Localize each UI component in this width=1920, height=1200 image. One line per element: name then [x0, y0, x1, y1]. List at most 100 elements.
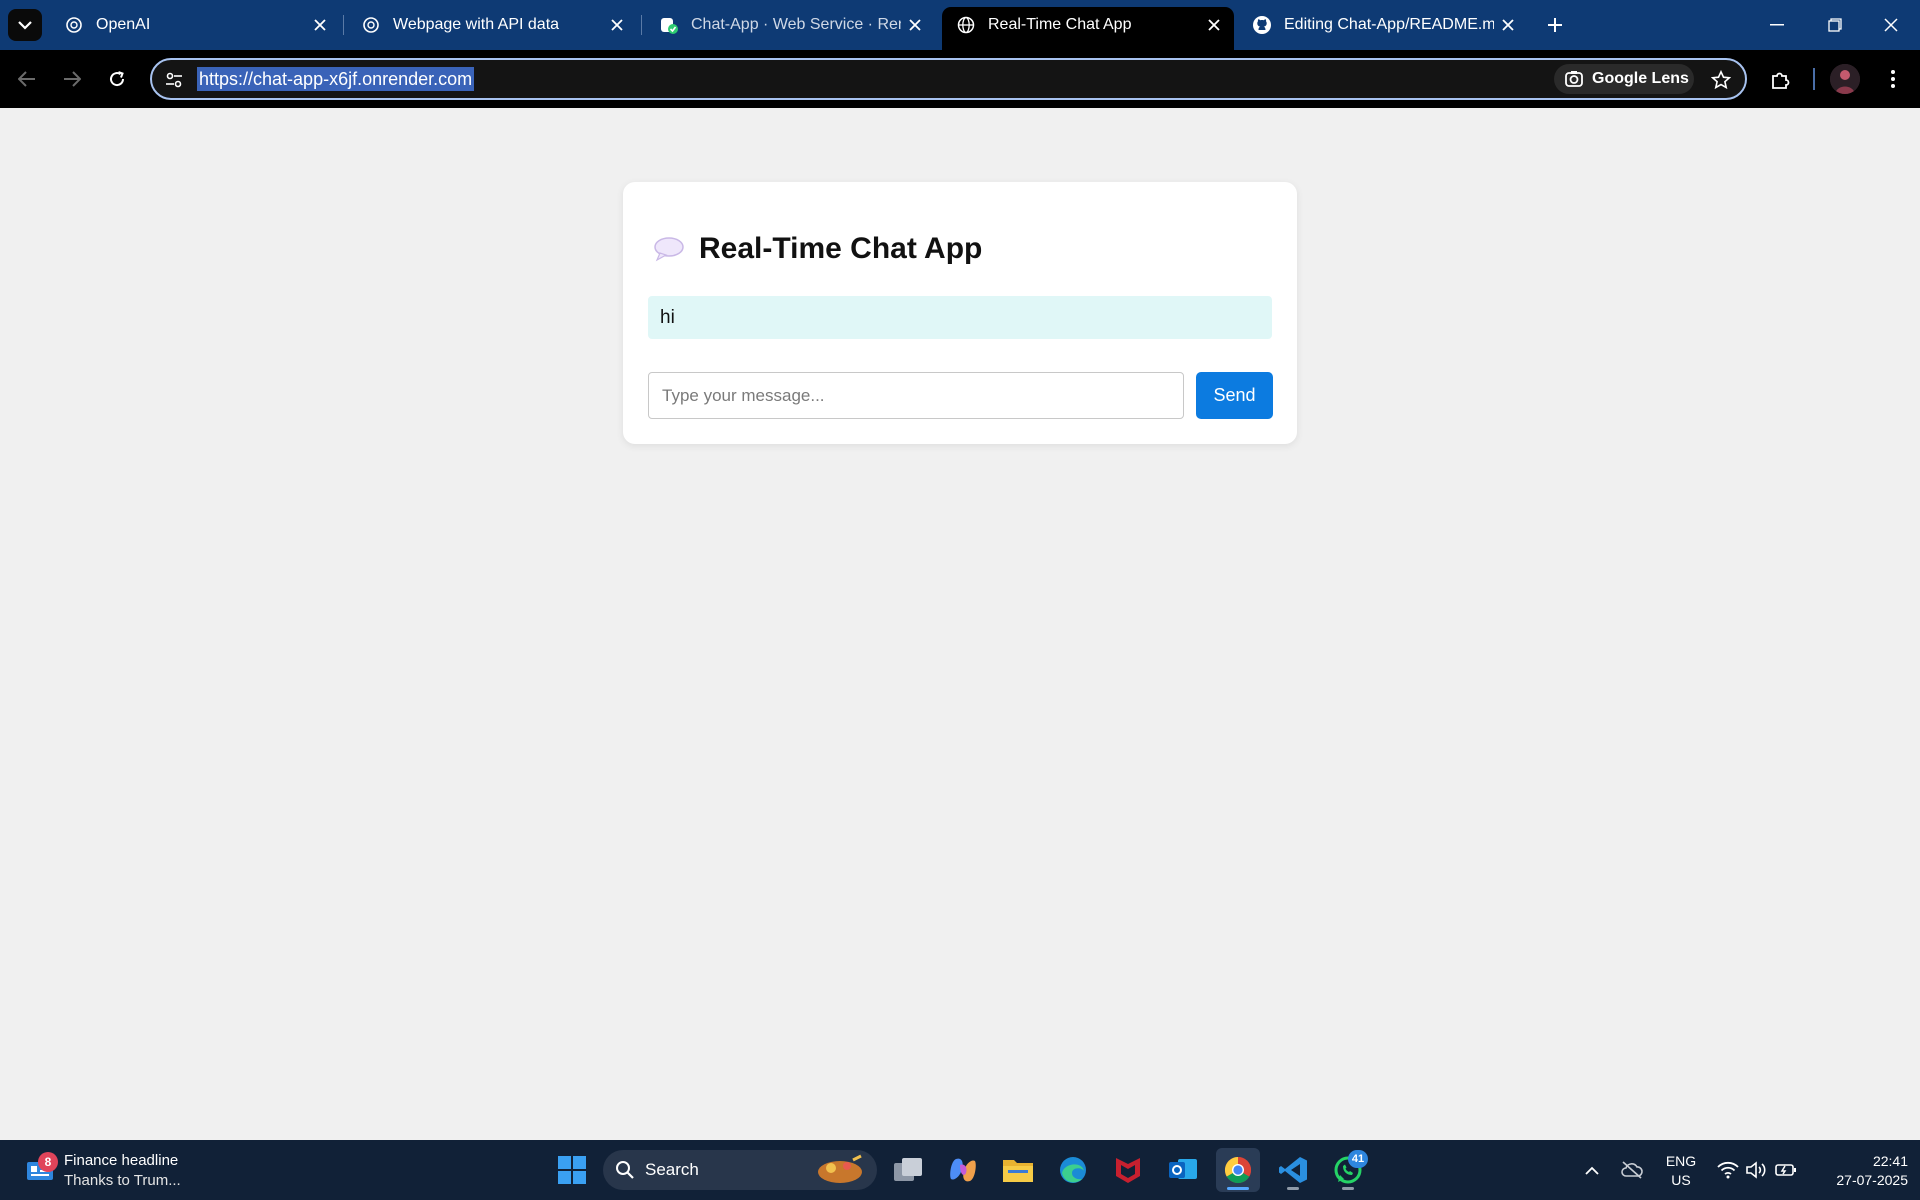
- tab-separator: [343, 15, 344, 35]
- back-button[interactable]: [10, 62, 44, 96]
- minimize-icon: [1770, 24, 1784, 26]
- tab-webpage-api[interactable]: Webpage with API data: [347, 7, 637, 43]
- wifi-icon: [1717, 1161, 1739, 1179]
- url-text[interactable]: https://chat-app-x6jf.onrender.com: [197, 67, 475, 91]
- news-title: Finance headline: [64, 1152, 179, 1169]
- restore-button[interactable]: [1806, 0, 1864, 50]
- tab-openai[interactable]: OpenAI: [50, 7, 340, 43]
- web-page: Real-Time Chat App hi Send: [0, 108, 1920, 1140]
- minimize-button[interactable]: [1748, 0, 1806, 50]
- mcafee-icon: [1116, 1158, 1140, 1183]
- volume-tray-icon[interactable]: [1745, 1158, 1769, 1182]
- battery-tray-icon[interactable]: [1774, 1158, 1798, 1182]
- page-title: Real-Time Chat App: [653, 232, 982, 266]
- close-tab-icon[interactable]: [1200, 11, 1228, 39]
- message-input[interactable]: [648, 372, 1184, 419]
- tab-render-service[interactable]: Chat-App · Web Service · Rend: [645, 7, 935, 43]
- chat-message: hi: [660, 306, 675, 328]
- restore-icon: [1828, 18, 1842, 32]
- close-tab-icon[interactable]: [306, 11, 334, 39]
- close-tab-icon[interactable]: [901, 11, 929, 39]
- active-app-indicator: [1227, 1187, 1249, 1190]
- input-language-indicator[interactable]: ENG US: [1663, 1152, 1699, 1190]
- windows-taskbar: 8 Finance headline Thanks to Trum... Sea…: [0, 1140, 1920, 1200]
- chrome-icon: [1224, 1156, 1252, 1184]
- taskbar-search[interactable]: Search: [603, 1150, 877, 1190]
- reload-button[interactable]: [100, 62, 134, 96]
- chrome-button[interactable]: [1216, 1148, 1260, 1192]
- close-tab-icon[interactable]: [603, 11, 631, 39]
- google-lens-button[interactable]: Google Lens: [1554, 64, 1694, 94]
- tab-real-time-chat-app[interactable]: Real-Time Chat App: [942, 7, 1234, 50]
- whatsapp-button[interactable]: 41: [1326, 1148, 1370, 1192]
- outlook-button[interactable]: [1161, 1148, 1205, 1192]
- task-view-icon: [894, 1158, 922, 1181]
- browser-menu-button[interactable]: [1876, 62, 1910, 96]
- search-label: Search: [645, 1160, 699, 1179]
- news-widget[interactable]: 8 Finance headline Thanks to Trum...: [22, 1148, 192, 1192]
- onedrive-tray-icon[interactable]: [1620, 1158, 1644, 1182]
- running-app-indicator: [1287, 1187, 1299, 1190]
- app-title: Real-Time Chat App: [699, 232, 983, 265]
- extensions-button[interactable]: [1764, 62, 1798, 96]
- profile-avatar[interactable]: [1830, 64, 1860, 94]
- search-icon: [616, 1161, 634, 1179]
- render-logo-icon: [659, 15, 679, 35]
- show-hidden-icons-button[interactable]: [1580, 1158, 1604, 1182]
- system-clock[interactable]: 22:41 27-07-2025: [1812, 1152, 1908, 1190]
- news-badge: 8: [38, 1152, 58, 1172]
- browser-tabstrip: OpenAI Webpage with API data Chat-App · …: [0, 0, 1920, 50]
- site-info-icon[interactable]: [162, 68, 186, 92]
- globe-icon: [956, 15, 976, 35]
- edge-button[interactable]: [1051, 1148, 1095, 1192]
- vscode-icon: [1279, 1157, 1307, 1183]
- vscode-button[interactable]: [1271, 1148, 1315, 1192]
- new-tab-button[interactable]: [1538, 10, 1572, 40]
- forward-button[interactable]: [55, 62, 89, 96]
- clock-date: 27-07-2025: [1836, 1172, 1908, 1188]
- tab-title: Real-Time Chat App: [988, 15, 1132, 33]
- tab-github-readme[interactable]: Editing Chat-App/README.md: [1238, 7, 1528, 43]
- close-tab-icon[interactable]: [1494, 11, 1522, 39]
- tab-title: Editing Chat-App/README.md: [1284, 16, 1494, 33]
- close-window-button[interactable]: [1862, 0, 1920, 50]
- more-vertical-icon: [1891, 70, 1895, 88]
- copilot-icon: [950, 1158, 976, 1182]
- google-lens-label: Google Lens: [1592, 70, 1689, 87]
- bookmark-star-icon[interactable]: [1707, 66, 1735, 94]
- tab-title: Webpage with API data: [393, 16, 560, 33]
- send-button[interactable]: Send: [1196, 372, 1273, 419]
- toolbar-divider: [1813, 68, 1815, 90]
- running-app-indicator: [1342, 1187, 1354, 1190]
- region-code: US: [1671, 1172, 1691, 1188]
- speaker-icon: [1746, 1161, 1766, 1179]
- chevron-down-icon: [18, 20, 32, 30]
- cloud-offline-icon: [1621, 1161, 1643, 1179]
- tab-search-button[interactable]: [8, 9, 42, 41]
- wifi-tray-icon[interactable]: [1716, 1158, 1740, 1182]
- address-bar[interactable]: https://chat-app-x6jf.onrender.com Googl…: [150, 58, 1747, 100]
- clock-time: 22:41: [1872, 1153, 1908, 1169]
- chevron-up-icon: [1585, 1166, 1599, 1175]
- language-code: ENG: [1665, 1153, 1697, 1169]
- file-explorer-icon: [1003, 1160, 1033, 1182]
- edge-icon: [1060, 1157, 1086, 1183]
- tab-title: OpenAI: [96, 16, 151, 33]
- arrow-right-icon: [64, 71, 81, 87]
- start-button[interactable]: [550, 1148, 594, 1192]
- openai-logo-icon: [64, 15, 84, 35]
- openai-logo-icon: [361, 15, 381, 35]
- message-list: hi: [648, 296, 1272, 339]
- reload-icon: [110, 71, 125, 87]
- close-icon: [1884, 18, 1898, 32]
- file-explorer-button[interactable]: [996, 1148, 1040, 1192]
- battery-charging-icon: [1775, 1164, 1796, 1176]
- mcafee-button[interactable]: [1106, 1148, 1150, 1192]
- copilot-button[interactable]: [941, 1148, 985, 1192]
- task-view-button[interactable]: [886, 1148, 930, 1192]
- puzzle-piece-icon: [1772, 72, 1790, 89]
- plus-icon: [1548, 18, 1562, 32]
- chat-card: Real-Time Chat App hi Send: [623, 182, 1297, 444]
- whatsapp-badge: 41: [1348, 1150, 1368, 1168]
- outlook-icon: [1169, 1159, 1197, 1179]
